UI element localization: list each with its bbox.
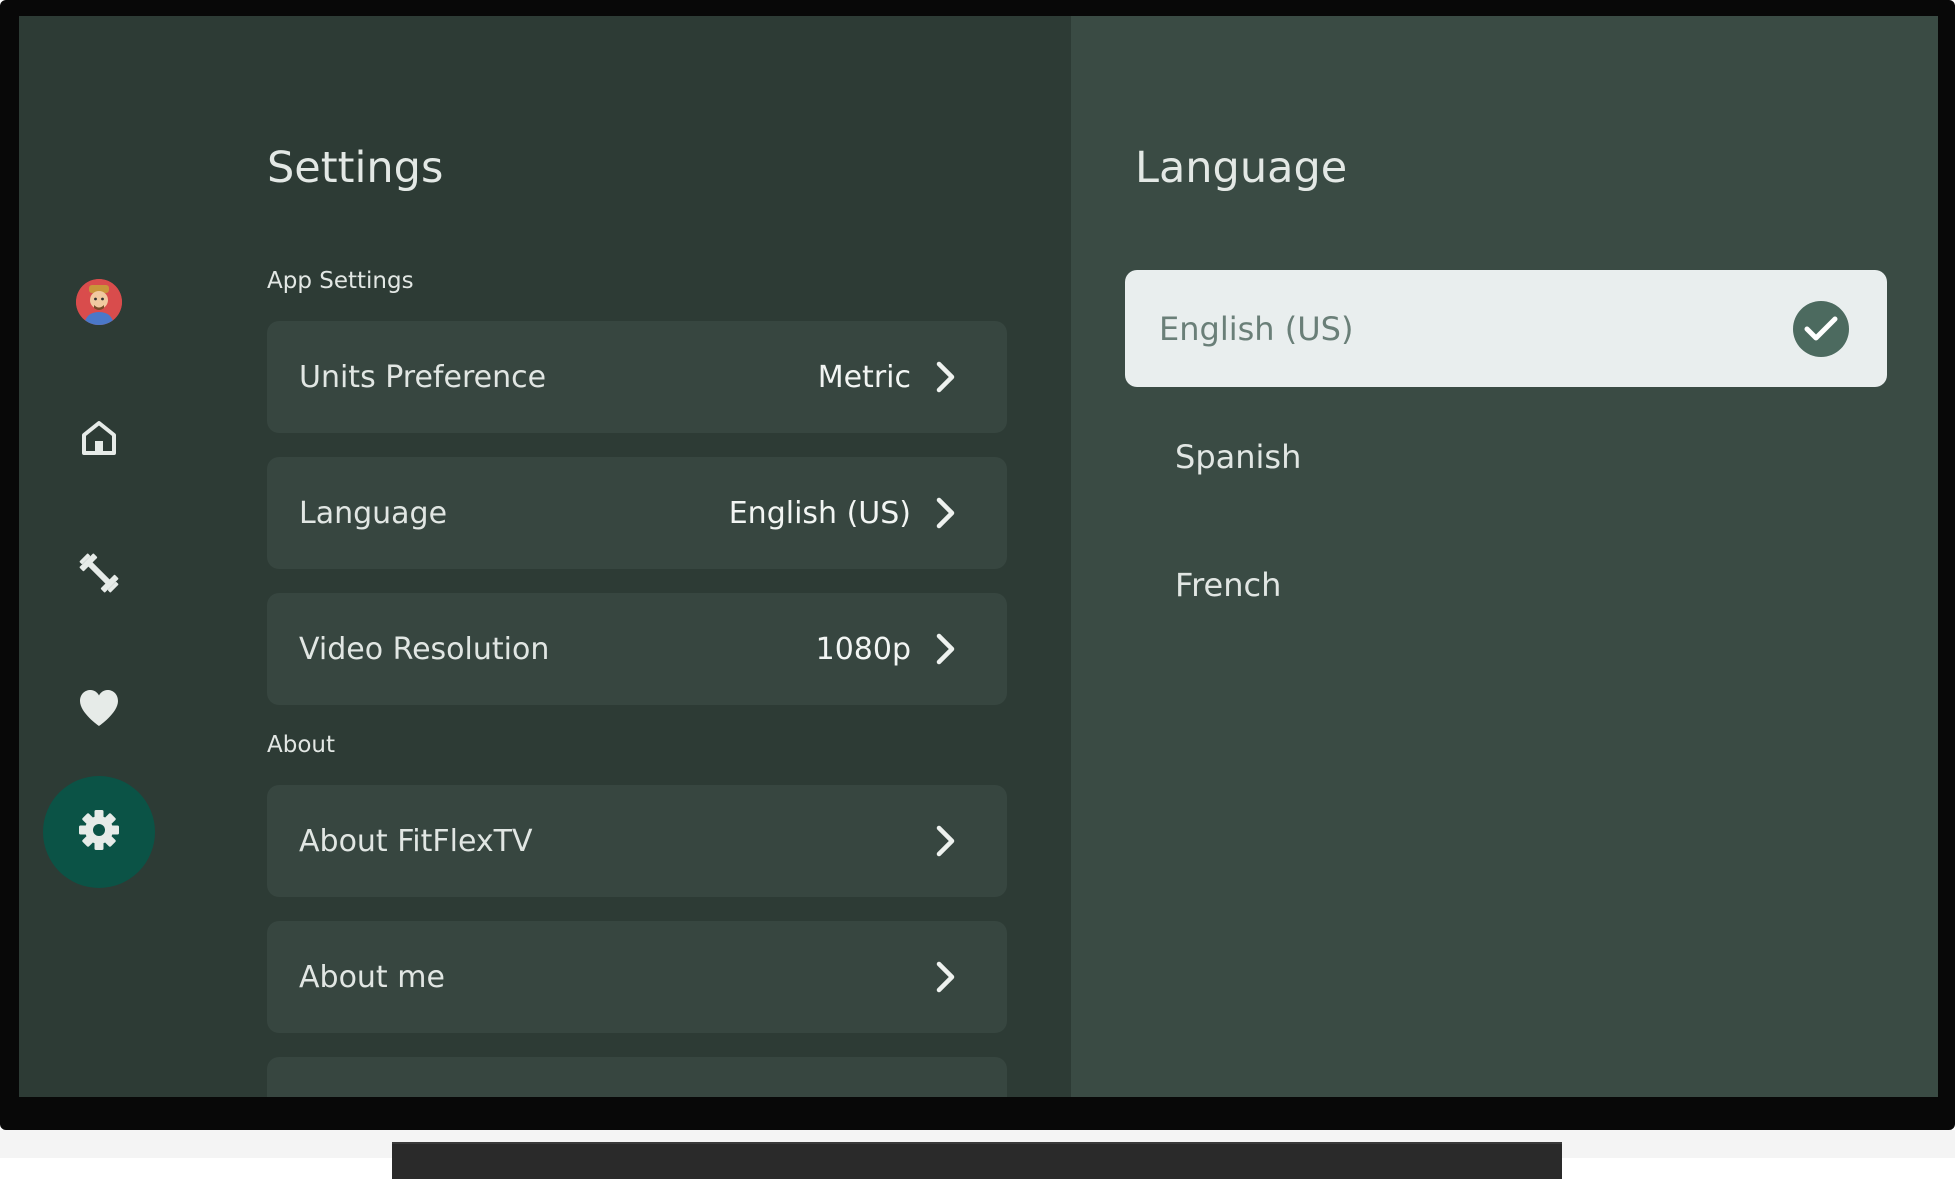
- row-label: Language: [299, 495, 448, 531]
- nav-avatar[interactable]: [43, 246, 155, 358]
- dumbbell-icon: [77, 551, 121, 599]
- heart-icon: [78, 689, 120, 731]
- nav-workouts[interactable]: [43, 519, 155, 631]
- row-value: 1080p: [815, 631, 911, 667]
- units-preference-row[interactable]: Units Preference Metric: [267, 321, 1007, 433]
- gear-icon: [78, 809, 120, 855]
- chevron-right-icon: [933, 360, 959, 394]
- nav-settings[interactable]: [43, 776, 155, 888]
- about-fitflextv-row[interactable]: About FitFlexTV: [267, 785, 1007, 897]
- chevron-right-icon: [933, 824, 959, 858]
- row-value: English (US): [728, 495, 911, 531]
- language-option-english[interactable]: English (US): [1125, 270, 1887, 387]
- chevron-right-icon: [933, 632, 959, 666]
- chevron-right-icon: [933, 496, 959, 530]
- language-row[interactable]: Language English (US): [267, 457, 1007, 569]
- row-label: About me: [299, 959, 445, 995]
- language-option-label: English (US): [1159, 309, 1354, 348]
- about-me-row[interactable]: About me: [267, 921, 1007, 1033]
- app-settings-label: App Settings: [267, 268, 414, 294]
- checkmark-icon: [1793, 300, 1849, 357]
- chevron-right-icon: [933, 960, 959, 994]
- row-label: Video Resolution: [299, 631, 550, 667]
- tv-screen: Settings App Settings Units Preference M…: [19, 16, 1938, 1097]
- row-label: About FitFlexTV: [299, 823, 533, 859]
- tv-frame: Settings App Settings Units Preference M…: [0, 0, 1955, 1179]
- home-icon: [81, 420, 117, 460]
- about-section-label: About: [267, 732, 336, 758]
- language-option-spanish[interactable]: Spanish: [1125, 398, 1887, 515]
- avatar-icon: [76, 279, 122, 325]
- video-resolution-row[interactable]: Video Resolution 1080p: [267, 593, 1007, 705]
- settings-row-partial[interactable]: [267, 1057, 1007, 1097]
- language-panel-title: Language: [1135, 143, 1348, 193]
- row-label: Units Preference: [299, 359, 547, 395]
- language-option-french[interactable]: French: [1125, 526, 1887, 643]
- row-value: Metric: [817, 359, 911, 395]
- language-option-label: French: [1175, 565, 1282, 604]
- language-option-label: Spanish: [1175, 437, 1302, 476]
- settings-title: Settings: [267, 143, 444, 193]
- nav-favorites[interactable]: [43, 654, 155, 766]
- nav-home[interactable]: [43, 384, 155, 496]
- tv-stand: [392, 1142, 1562, 1179]
